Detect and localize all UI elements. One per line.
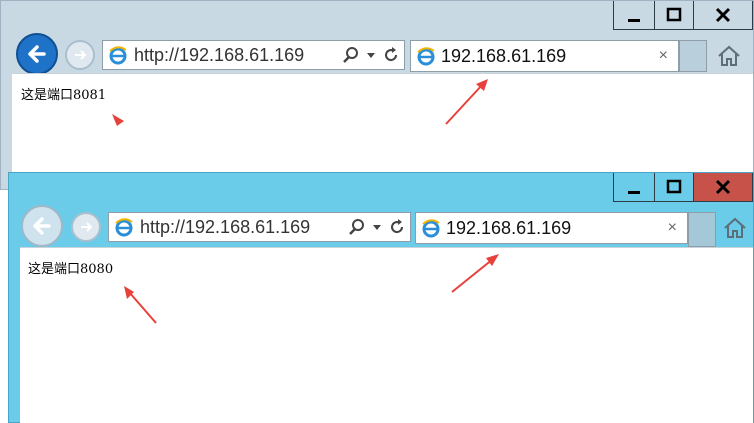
address-bar[interactable]: http://192.168.61.169: [108, 212, 411, 242]
home-icon[interactable]: [723, 217, 747, 239]
address-url: http://192.168.61.169: [140, 216, 311, 237]
forward-arrow-icon: [81, 222, 93, 232]
maximize-button[interactable]: [654, 1, 693, 30]
minimize-button[interactable]: [613, 173, 654, 202]
browser-tab[interactable]: 192.168.61.169 ×: [415, 212, 688, 244]
maximize-icon: [666, 7, 682, 22]
minimize-icon: [628, 191, 640, 194]
home-icon[interactable]: [717, 45, 741, 67]
maximize-button[interactable]: [654, 173, 693, 202]
close-button[interactable]: [693, 173, 753, 202]
forward-arrow-icon: [75, 50, 87, 60]
dropdown-icon[interactable]: [372, 222, 382, 232]
forward-button[interactable]: [65, 40, 95, 70]
close-icon: [715, 179, 731, 195]
back-button[interactable]: [21, 205, 63, 247]
window-caption-buttons: [613, 173, 753, 202]
minimize-button[interactable]: [613, 1, 654, 30]
close-button[interactable]: [693, 1, 753, 30]
browser-tab[interactable]: 192.168.61.169 ×: [410, 40, 679, 72]
minimize-icon: [628, 19, 640, 22]
page-text: 这是端口8080: [28, 262, 114, 277]
address-url: http://192.168.61.169: [134, 44, 305, 65]
ie-logo-icon: [422, 219, 440, 238]
forward-button[interactable]: [71, 212, 101, 242]
page-text: 这是端口8081: [21, 88, 107, 103]
back-button[interactable]: [16, 33, 58, 75]
page-content: 这是端口8080: [20, 247, 753, 423]
window-caption-buttons: [613, 1, 753, 30]
refresh-icon[interactable]: [382, 46, 400, 64]
new-tab-button[interactable]: [688, 212, 716, 247]
back-arrow-icon: [28, 45, 46, 63]
browser-window-back: http://192.168.61.169 192.168.61.169 × 这…: [0, 0, 754, 190]
refresh-icon[interactable]: [388, 218, 406, 236]
tab-title: 192.168.61.169: [441, 45, 567, 66]
close-icon: [715, 7, 731, 23]
new-tab-button[interactable]: [679, 40, 707, 72]
tab-close-button[interactable]: ×: [659, 47, 668, 65]
ie-logo-icon: [115, 218, 133, 237]
browser-window-front: http://192.168.61.169 192.168.61.169 × 这…: [8, 172, 754, 423]
maximize-icon: [666, 179, 682, 194]
ie-logo-icon: [417, 47, 435, 66]
address-bar[interactable]: http://192.168.61.169: [102, 40, 405, 70]
search-icon[interactable]: [348, 218, 366, 236]
back-arrow-icon: [33, 217, 51, 235]
tab-title: 192.168.61.169: [446, 217, 572, 238]
dropdown-icon[interactable]: [366, 50, 376, 60]
search-icon[interactable]: [342, 46, 360, 64]
ie-logo-icon: [109, 46, 127, 65]
tab-close-button[interactable]: ×: [668, 219, 677, 237]
